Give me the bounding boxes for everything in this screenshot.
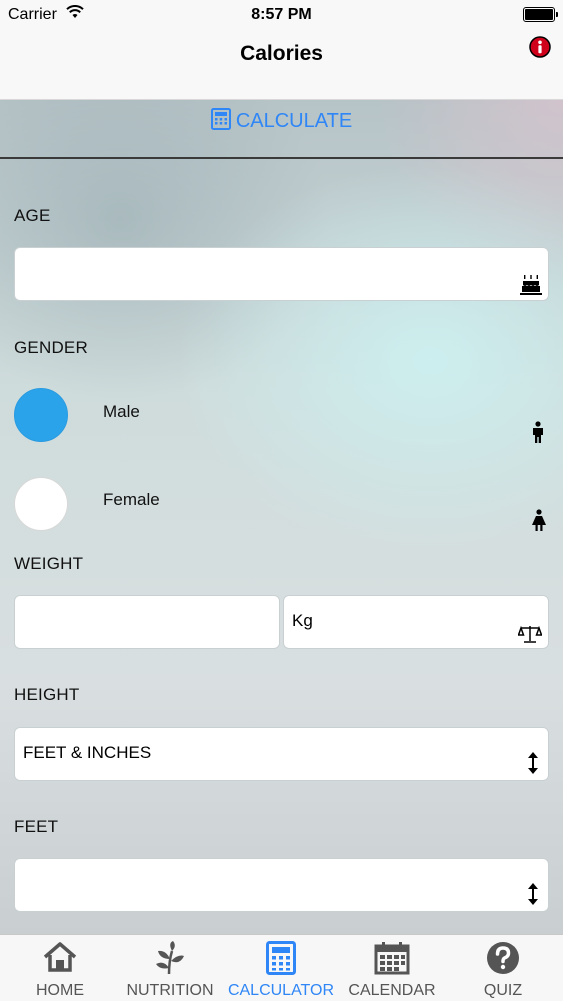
tab-home[interactable]: HOME <box>4 935 116 1001</box>
calculate-button[interactable]: CALCULATE <box>0 108 563 133</box>
up-down-arrow-icon <box>528 883 538 905</box>
birthday-cake-icon <box>520 275 542 295</box>
tab-quiz-label: QUIZ <box>483 982 523 999</box>
weight-label: WEIGHT <box>14 554 84 573</box>
female-icon <box>532 509 546 531</box>
calculate-label: CALCULATE <box>235 110 353 132</box>
page-title: Calories <box>240 42 323 65</box>
home-icon <box>43 942 77 972</box>
age-label: AGE <box>14 206 51 225</box>
male-icon <box>533 421 543 443</box>
height-unit-select[interactable]: FEET & INCHES <box>14 727 549 781</box>
tab-quiz[interactable]: QUIZ <box>447 935 559 1001</box>
feet-label: FEET <box>14 817 59 836</box>
female-label: Female <box>103 490 160 509</box>
weight-unit-value: Kg <box>292 611 313 630</box>
battery-icon <box>523 7 558 22</box>
weight-unit-select[interactable]: Kg <box>283 595 549 649</box>
male-radio[interactable] <box>14 388 68 442</box>
tab-bar: HOME NUTRITION CALCULATOR CALENDAR QUIZ <box>0 934 563 1001</box>
calculator-icon <box>210 108 231 130</box>
female-radio[interactable] <box>14 477 68 531</box>
scale-icon <box>518 625 542 643</box>
tab-nutrition[interactable]: NUTRITION <box>114 935 226 1001</box>
weight-input[interactable] <box>14 595 280 649</box>
info-icon[interactable] <box>529 36 551 58</box>
status-bar: Carrier 8:57 PM <box>0 0 563 30</box>
height-unit-value: FEET & INCHES <box>23 743 152 762</box>
male-label: Male <box>103 402 140 421</box>
calculate-bar: CALCULATE <box>0 100 563 159</box>
leaf-icon <box>156 941 184 975</box>
status-time: 8:57 PM <box>251 6 312 23</box>
gender-label: GENDER <box>14 338 88 357</box>
calculator-form: CALCULATE AGE GENDER Male Female WEIGHT … <box>0 100 563 934</box>
tab-calculator[interactable]: CALCULATOR <box>225 935 337 1001</box>
question-icon <box>487 942 519 974</box>
tab-calendar[interactable]: CALENDAR <box>336 935 448 1001</box>
height-label: HEIGHT <box>14 685 80 704</box>
calculator-icon <box>266 941 296 975</box>
age-input[interactable] <box>14 247 549 301</box>
up-down-arrow-icon <box>528 752 538 774</box>
feet-input[interactable] <box>14 858 549 912</box>
top-bar: Carrier 8:57 PM Calories <box>0 0 563 100</box>
calendar-icon <box>374 942 410 975</box>
